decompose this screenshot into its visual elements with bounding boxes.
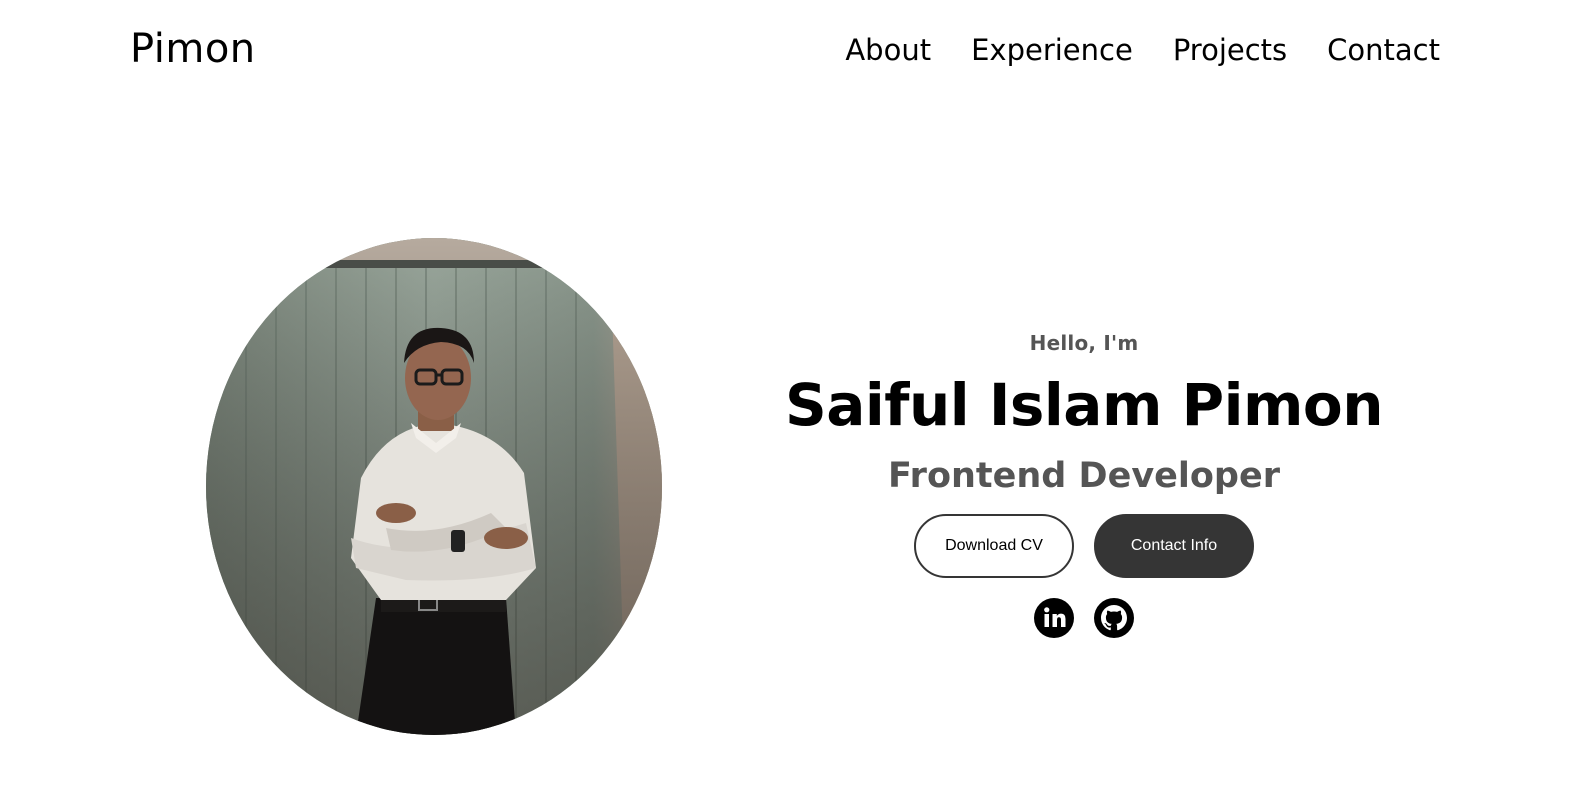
contact-info-button[interactable]: Contact Info	[1094, 514, 1254, 578]
nav-link-contact[interactable]: Contact	[1327, 30, 1440, 70]
hero-role: Frontend Developer	[888, 456, 1280, 496]
hero-buttons: Download CV Contact Info	[784, 514, 1384, 578]
site-logo[interactable]: Pimon	[130, 24, 256, 74]
social-links	[784, 598, 1384, 638]
nav-link-about[interactable]: About	[845, 30, 931, 70]
download-cv-button[interactable]: Download CV	[914, 514, 1074, 578]
nav-link-projects[interactable]: Projects	[1173, 30, 1287, 70]
profile-photo	[206, 238, 662, 735]
github-icon[interactable]	[1094, 598, 1134, 638]
top-navigation: Pimon About Experience Projects Contact	[0, 0, 1576, 100]
linkedin-icon[interactable]	[1034, 598, 1074, 638]
hero-name: Saiful Islam Pimon	[784, 371, 1384, 439]
hero-section: Hello, I'm Saiful Islam Pimon Frontend D…	[784, 322, 1384, 638]
hero-greeting: Hello, I'm	[1029, 331, 1139, 355]
nav-link-experience[interactable]: Experience	[971, 30, 1133, 70]
nav-links: About Experience Projects Contact	[845, 30, 1440, 70]
